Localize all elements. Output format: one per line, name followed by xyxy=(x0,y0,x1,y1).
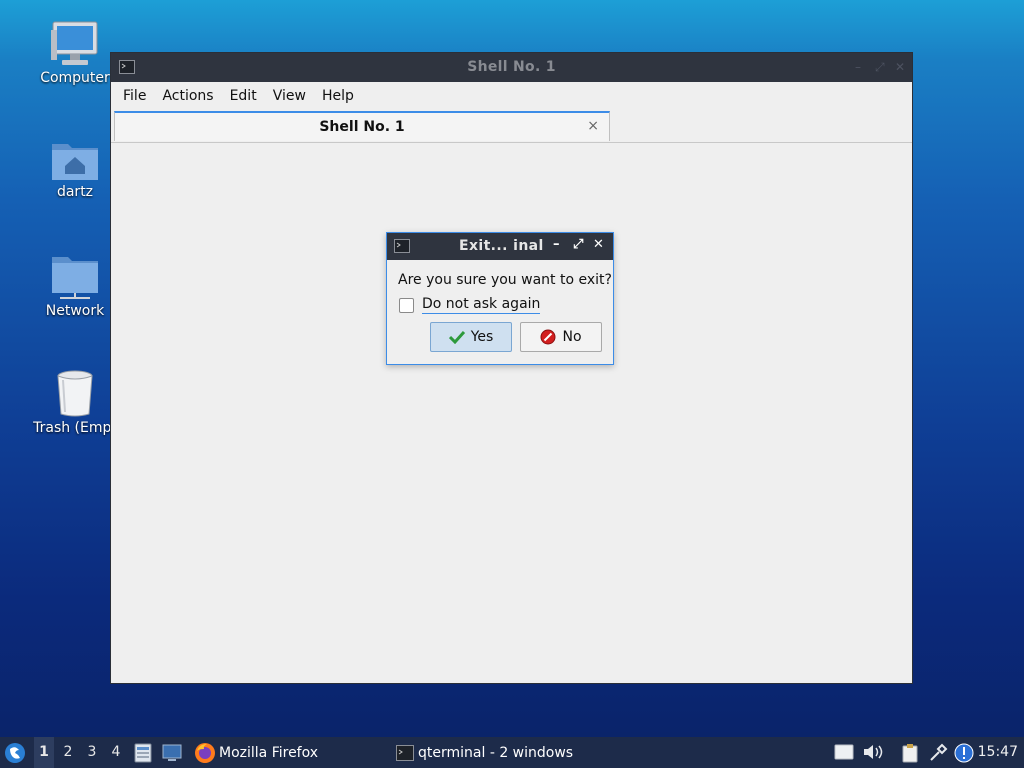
menu-file[interactable]: File xyxy=(115,88,154,104)
trash-icon xyxy=(57,370,93,417)
computer-icon xyxy=(51,21,98,65)
minimize-icon[interactable]: – xyxy=(553,237,560,252)
start-menu-button[interactable] xyxy=(4,737,26,768)
window-title: Shell No. 1 xyxy=(467,59,556,75)
checkbox-box[interactable] xyxy=(399,297,414,313)
desktop-icon xyxy=(162,744,182,761)
qterminal-task-label: qterminal - 2 windows xyxy=(418,744,574,761)
terminal-icon xyxy=(396,744,414,761)
maximize-icon[interactable]: ⤢ xyxy=(573,237,583,252)
volume-icon[interactable] xyxy=(862,743,884,761)
show-desktop-launcher[interactable] xyxy=(162,737,182,768)
window-titlebar[interactable]: Shell No. 1 – ⤢ ✕ xyxy=(111,53,912,82)
dialog-titlebar[interactable]: Exit... inal – ⤢ ✕ xyxy=(387,233,613,260)
desktop-icon-label: dartz xyxy=(56,184,94,200)
firefox-icon xyxy=(195,742,215,763)
desktop-icon-label: Trash (Empt xyxy=(33,420,117,436)
do-not-ask-checkbox[interactable]: Do not ask again xyxy=(399,296,541,314)
menu-actions[interactable]: Actions xyxy=(154,88,221,104)
menu-edit[interactable]: Edit xyxy=(222,88,265,104)
close-icon[interactable]: ✕ xyxy=(895,60,905,74)
clipboard-icon[interactable] xyxy=(900,743,920,763)
terminal-window: Shell No. 1 – ⤢ ✕ File Actions Edit View… xyxy=(110,52,913,684)
network-folder-icon xyxy=(52,257,98,299)
close-icon[interactable]: ✕ xyxy=(593,237,604,252)
exit-dialog: Exit... inal – ⤢ ✕ Are you sure you want… xyxy=(386,232,614,365)
qterminal-task[interactable]: qterminal - 2 windows xyxy=(396,737,573,768)
file-manager-launcher[interactable] xyxy=(134,737,152,768)
network-manager-icon[interactable] xyxy=(928,743,948,763)
terminal-icon xyxy=(394,239,410,253)
workspace-4[interactable]: 4 xyxy=(106,737,126,768)
no-button[interactable]: No xyxy=(520,322,602,352)
yes-button[interactable]: Yes xyxy=(430,322,512,352)
checkmark-icon xyxy=(448,330,465,344)
tab-shell-1[interactable]: Shell No. 1 × xyxy=(114,111,610,141)
no-label: No xyxy=(562,329,582,345)
tab-close-icon[interactable]: × xyxy=(587,118,599,134)
workspace-3[interactable]: 3 xyxy=(82,737,102,768)
home-folder-icon xyxy=(52,144,98,180)
stop-icon xyxy=(540,329,556,345)
notification-icon[interactable] xyxy=(954,743,974,763)
workspace-1[interactable]: 1 xyxy=(34,737,54,768)
tab-title: Shell No. 1 xyxy=(319,119,405,135)
yes-label: Yes xyxy=(470,329,494,345)
firefox-task-label: Mozilla Firefox xyxy=(219,744,319,761)
lxqt-logo-icon xyxy=(5,742,25,763)
clock[interactable]: 15:47 xyxy=(978,737,1018,768)
minimize-icon[interactable]: – xyxy=(855,60,861,74)
maximize-icon[interactable]: ⤢ xyxy=(875,60,885,75)
checkbox-label: Do not ask again xyxy=(422,296,541,314)
menu-view[interactable]: View xyxy=(265,88,314,104)
dialog-title: Exit... inal xyxy=(459,238,544,254)
desktop-icon-label: Network xyxy=(45,303,105,319)
firefox-task[interactable]: Mozilla Firefox xyxy=(194,737,318,768)
menu-bar: File Actions Edit View Help xyxy=(111,82,912,110)
workspace-2[interactable]: 2 xyxy=(58,737,78,768)
terminal-area[interactable] xyxy=(111,143,912,683)
desktop-icon-label: Computer xyxy=(40,70,110,86)
dialog-message: Are you sure you want to exit? xyxy=(398,272,612,288)
removable-drive-icon[interactable] xyxy=(834,743,854,761)
menu-help[interactable]: Help xyxy=(314,88,362,104)
file-manager-icon xyxy=(134,743,152,762)
taskbar: 1 2 3 4 Mozilla Firefox qterminal - 2 wi… xyxy=(0,737,1024,768)
tab-bar: Shell No. 1 × xyxy=(111,110,912,143)
